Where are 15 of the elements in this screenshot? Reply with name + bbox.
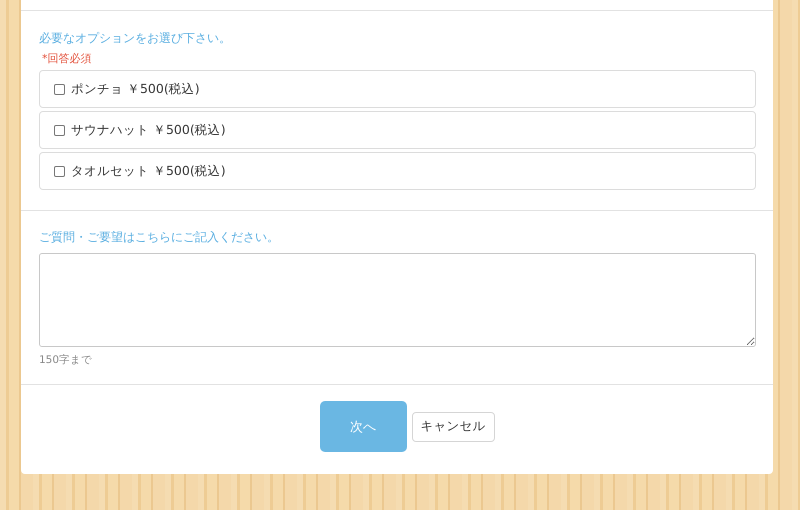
- cancel-button[interactable]: キャンセル: [412, 412, 494, 442]
- checkbox[interactable]: [54, 124, 65, 136]
- checkbox[interactable]: [54, 166, 65, 176]
- required-note: *回答必須: [42, 52, 92, 66]
- field-hint: 150字まで: [39, 353, 92, 367]
- option-label: サウナハット ￥500(税込): [71, 122, 226, 138]
- comment-field[interactable]: [39, 253, 756, 347]
- option-label: タオルセット ￥500(税込): [71, 162, 226, 180]
- option-row[interactable]: ポンチョ ￥500(税込): [39, 70, 756, 108]
- checkbox[interactable]: [54, 84, 65, 94]
- option-row[interactable]: サウナハット ￥500(税込): [39, 111, 756, 149]
- option-label: ポンチョ ￥500(税込): [71, 80, 200, 98]
- section-title: 必要なオプションをお選び下さい。: [39, 30, 232, 46]
- option-row[interactable]: タオルセット ￥500(税込): [39, 152, 756, 190]
- field-label: ご質問・ご要望はこちらにご記入ください。: [39, 229, 280, 245]
